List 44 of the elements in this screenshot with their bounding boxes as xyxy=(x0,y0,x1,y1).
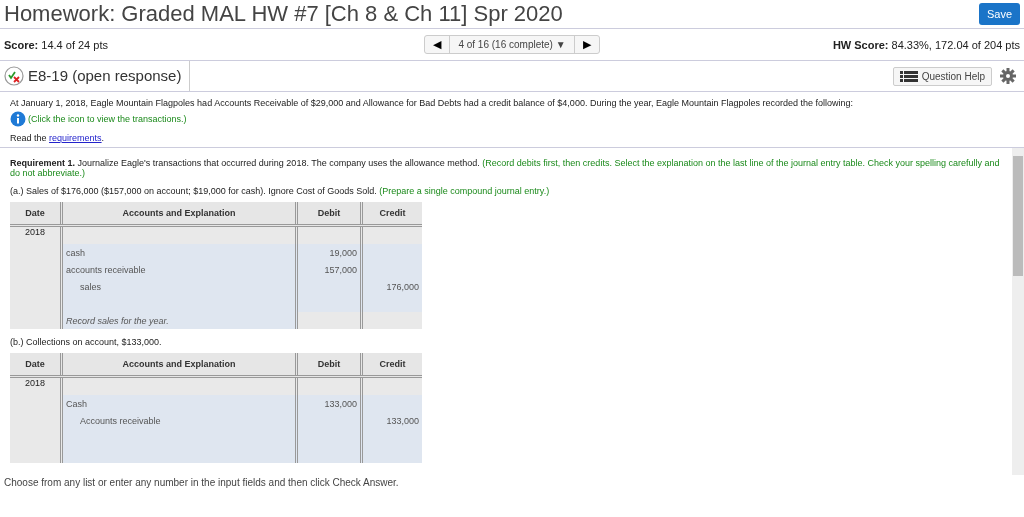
score-text: Score: 14.4 of 24 pts xyxy=(4,38,109,51)
column-header: Date xyxy=(10,202,62,226)
account-text: Accounts receivable xyxy=(79,415,161,426)
question-title: E8-19 (open response) xyxy=(28,61,191,91)
column-header: Credit xyxy=(361,202,422,226)
page-title: Homework: Graded MAL HW #7 [Ch 8 & Ch 11] Spr 2020 xyxy=(4,1,563,27)
account-text: cash xyxy=(66,247,85,258)
date-cell: 2018 xyxy=(25,378,45,388)
credit-amount: 176,000 xyxy=(386,281,419,292)
period-text: . xyxy=(101,133,105,143)
debit-amount: 157,000 xyxy=(324,264,357,275)
requirements-link[interactable]: requirements xyxy=(49,133,102,143)
read-label: Read the xyxy=(10,133,47,143)
save-button[interactable]: Save xyxy=(978,3,1020,25)
account-text: Cash xyxy=(66,398,87,409)
next-button[interactable]: ▶ xyxy=(574,36,599,53)
explanation-text: Record sales for the year. xyxy=(66,315,169,326)
column-header: Date xyxy=(10,353,62,377)
requirement-text: Requirement 1. Journalize Eagle's transactions that occurred during 2018. The company uses the allowance method. (Record debits first, then credits. Select the explanation on the last line of the journal entry table. Check your spelling carefully and do not abbreviate.) xyxy=(10,158,1001,178)
account-text: sales xyxy=(79,281,101,292)
question-help-button[interactable]: Question Help xyxy=(892,66,992,86)
intro-text: At January 1, 2018, Eagle Mountain Flagpoles had Accounts Receivable of $29,000 and Allowance for Bad Debts had a credit balance of $4,000. During the year, Eagle Mountain Flagpoles recorded the following: xyxy=(10,98,855,108)
column-header: Accounts and Explanation xyxy=(61,202,297,226)
credit-amount: 133,000 xyxy=(386,415,419,426)
debit-amount: 19,000 xyxy=(329,247,357,258)
column-header: Accounts and Explanation xyxy=(61,353,297,377)
settings-icon[interactable] xyxy=(1000,68,1016,84)
scrollbar[interactable] xyxy=(1012,148,1024,475)
column-header: Debit xyxy=(296,353,362,377)
info-hint: (Click the icon to view the transactions.) xyxy=(28,114,187,124)
date-cell: 2018 xyxy=(25,227,45,237)
question-selector[interactable]: 4 of 16 (16 complete) ▼ xyxy=(449,36,575,53)
column-header: Debit xyxy=(296,202,362,226)
hw-score-text: HW Score: 84.33%, 172.04 of 204 pts xyxy=(831,38,1020,51)
instruction-text: Choose from any list or enter any number in the input fields and then click Check Answer. xyxy=(3,476,400,490)
column-header: Credit xyxy=(361,353,422,377)
part-text: (b.) Collections on account, $133,000. xyxy=(10,337,163,347)
account-text: accounts receivable xyxy=(66,264,146,275)
part-text: (a.) Sales of $176,000 ($157,000 on account; $19,000 for cash). Ignore Cost of Goods Sold. (Prepare a single compound journal entry.) xyxy=(10,186,551,196)
debit-amount: 133,000 xyxy=(324,398,357,409)
list-icon xyxy=(899,70,918,82)
previous-button[interactable]: ◀ xyxy=(425,36,450,53)
info-icon[interactable] xyxy=(10,111,26,127)
check-cross-icon xyxy=(4,66,24,86)
